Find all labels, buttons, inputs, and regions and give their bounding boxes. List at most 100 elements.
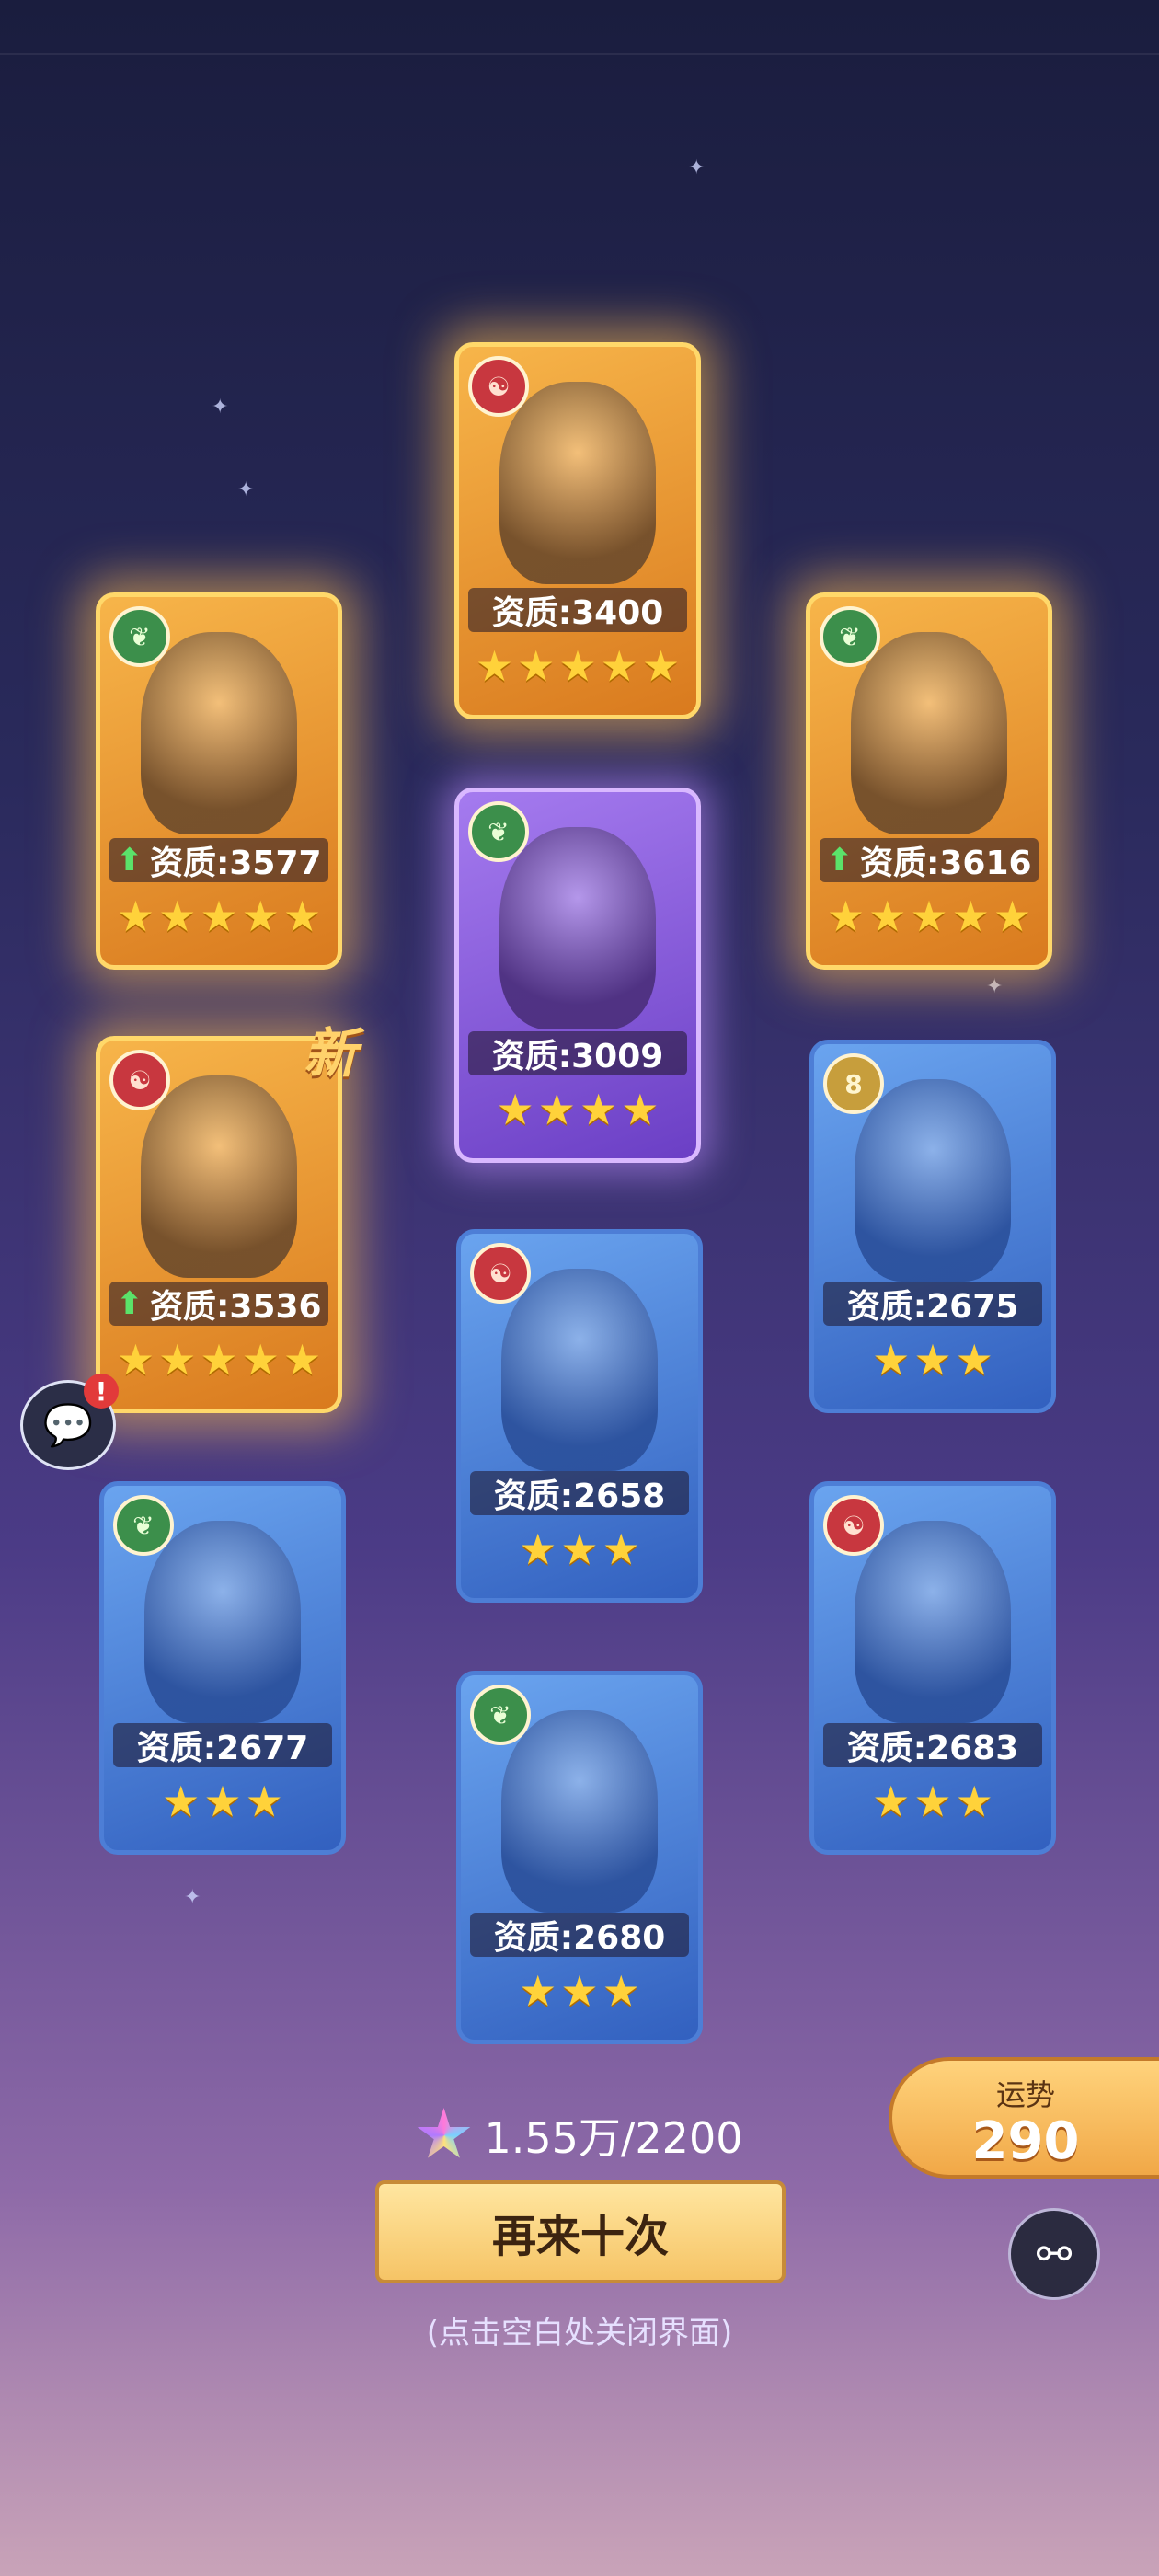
new-badge: 新 xyxy=(304,1022,358,1085)
star-rating: ★ ★ ★ xyxy=(461,1526,698,1572)
aptitude-label: 资质:3009 xyxy=(468,1031,687,1075)
star-icon: ★ xyxy=(913,1335,952,1385)
draw-again-button[interactable]: 再来十次 xyxy=(375,2180,786,2283)
hero-silhouette xyxy=(141,632,297,834)
star-icon: ★ xyxy=(580,1085,618,1134)
hero-silhouette xyxy=(855,1521,1011,1723)
star-icon: ★ xyxy=(560,1524,599,1574)
share-icon: ⚯ xyxy=(1036,2229,1073,2279)
aptitude-value: 资质:2675 xyxy=(846,1288,1019,1326)
aptitude-value: 资质:3536 xyxy=(149,1288,322,1326)
star-icon: ★ xyxy=(162,1777,201,1826)
star-icon: ★ xyxy=(913,1777,952,1826)
hero-silhouette xyxy=(144,1521,301,1723)
fortune-value: 290 xyxy=(971,2111,1080,2171)
star-icon: ★ xyxy=(116,1335,155,1385)
star-icon: ★ xyxy=(245,1777,283,1826)
star-icon: ★ xyxy=(641,641,681,691)
fire-element-icon: ☯ xyxy=(470,1243,531,1304)
sparkle-icon: ✦ xyxy=(212,396,229,419)
star-icon: ★ xyxy=(519,1524,557,1574)
hero-silhouette xyxy=(851,632,1007,834)
aptitude-value: 资质:3577 xyxy=(149,845,322,882)
star-rating: ★ ★ ★ xyxy=(814,1778,1051,1824)
aptitude-label: 资质:2680 xyxy=(470,1913,689,1957)
star-icon: ★ xyxy=(282,891,322,941)
sparkle-icon: ✦ xyxy=(184,1886,201,1909)
aptitude-label: 资质:3400 xyxy=(468,588,687,632)
star-rating: ★ ★ ★ xyxy=(814,1337,1051,1383)
cost-text: 1.55万/2200 xyxy=(484,2113,743,2163)
aptitude-label: ⬆ 资质:3616 xyxy=(820,838,1039,882)
aptitude-value: 资质:2680 xyxy=(493,1919,666,1957)
star-icon: ★ xyxy=(517,641,556,691)
star-icon: ★ xyxy=(560,1966,599,2016)
star-icon: ★ xyxy=(872,1777,911,1826)
hero-silhouette xyxy=(499,382,656,584)
hero-silhouette xyxy=(501,1269,658,1471)
star-icon: ★ xyxy=(621,1085,660,1134)
hero-silhouette xyxy=(141,1075,297,1278)
star-rating: ★ ★ ★ xyxy=(104,1778,341,1824)
aptitude-value: 资质:3616 xyxy=(859,845,1032,882)
star-icon: ★ xyxy=(203,1777,242,1826)
aptitude-value: 资质:2658 xyxy=(493,1478,666,1515)
star-icon: ★ xyxy=(158,1335,197,1385)
aptitude-value: 资质:2677 xyxy=(136,1730,309,1767)
star-rating: ★ ★ ★ ★ ★ xyxy=(459,643,696,689)
star-icon: ★ xyxy=(872,1335,911,1385)
upgrade-arrow-icon: ⬆ xyxy=(116,842,143,879)
aptitude-label: 资质:2675 xyxy=(823,1282,1042,1326)
star-icon: ★ xyxy=(955,1335,993,1385)
star-icon: ★ xyxy=(910,891,948,941)
hero-card[interactable]: ☯ 资质:3400 ★ ★ ★ ★ ★ xyxy=(454,342,701,719)
star-rating: ★ ★ ★ xyxy=(461,1968,698,2014)
aptitude-label: ⬆ 资质:3536 xyxy=(109,1282,328,1326)
star-icon: ★ xyxy=(116,891,155,941)
star-icon: ★ xyxy=(158,891,197,941)
star-icon: ★ xyxy=(496,1085,534,1134)
star-rating: ★ ★ ★ ★ xyxy=(459,1087,696,1133)
hero-silhouette xyxy=(501,1710,658,1913)
star-icon: ★ xyxy=(241,891,280,941)
share-button[interactable]: ⚯ xyxy=(1008,2208,1100,2300)
star-icon: ★ xyxy=(602,1524,640,1574)
star-icon: ★ xyxy=(826,891,866,941)
star-icon: ★ xyxy=(475,641,514,691)
leaf-element-icon: ❦ xyxy=(468,801,529,862)
hero-card[interactable]: 8 资质:2675 ★ ★ ★ xyxy=(809,1040,1056,1413)
fire-element-icon: ☯ xyxy=(109,1050,170,1110)
hero-card[interactable]: ☯ 资质:2683 ★ ★ ★ xyxy=(809,1481,1056,1855)
fortune-label: 运势 xyxy=(995,2077,1055,2112)
aptitude-value: 资质:2683 xyxy=(846,1730,1019,1767)
hero-card[interactable]: ❦ 资质:2680 ★ ★ ★ xyxy=(456,1671,703,2044)
fortune-panel[interactable]: 运势 290 xyxy=(889,2057,1159,2179)
hero-card[interactable]: ❦ 资质:3009 ★ ★ ★ ★ xyxy=(454,788,701,1163)
leaf-element-icon: ❦ xyxy=(470,1685,531,1745)
star-icon: ★ xyxy=(200,1335,238,1385)
star-icon: ★ xyxy=(600,641,638,691)
aptitude-value: 资质:3400 xyxy=(491,594,664,632)
leaf-element-icon: ❦ xyxy=(820,606,880,667)
close-hint: (点击空白处关闭界面) xyxy=(426,2315,733,2352)
hero-card[interactable]: ❦ ⬆ 资质:3616 ★ ★ ★ ★ ★ xyxy=(806,592,1052,970)
alert-badge-icon: ! xyxy=(84,1374,119,1409)
aptitude-label: 资质:2658 xyxy=(470,1471,689,1515)
aptitude-label: ⬆ 资质:3577 xyxy=(109,838,328,882)
hero-card[interactable]: ☯ 资质:2658 ★ ★ ★ xyxy=(456,1229,703,1603)
hero-card[interactable]: ❦ 资质:2677 ★ ★ ★ xyxy=(99,1481,346,1855)
chat-bubble-icon: 💬 xyxy=(42,1402,94,1449)
star-icon: ★ xyxy=(868,891,907,941)
star-gem-icon xyxy=(417,2108,471,2158)
aptitude-label: 资质:2683 xyxy=(823,1723,1042,1767)
sparkle-icon: ✦ xyxy=(986,975,1004,998)
chat-button[interactable]: 💬 ! xyxy=(20,1374,119,1470)
star-rating: ★ ★ ★ ★ ★ xyxy=(810,893,1048,939)
top-divider xyxy=(0,53,1159,55)
star-icon: ★ xyxy=(200,891,238,941)
upgrade-arrow-icon: ⬆ xyxy=(826,842,853,879)
hero-card[interactable]: ☯ ⬆ 资质:3536 ★ ★ ★ ★ ★ xyxy=(96,1036,342,1413)
hero-card[interactable]: ❦ ⬆ 资质:3577 ★ ★ ★ ★ ★ xyxy=(96,592,342,970)
hero-silhouette xyxy=(499,827,656,1029)
leaf-element-icon: ❦ xyxy=(109,606,170,667)
